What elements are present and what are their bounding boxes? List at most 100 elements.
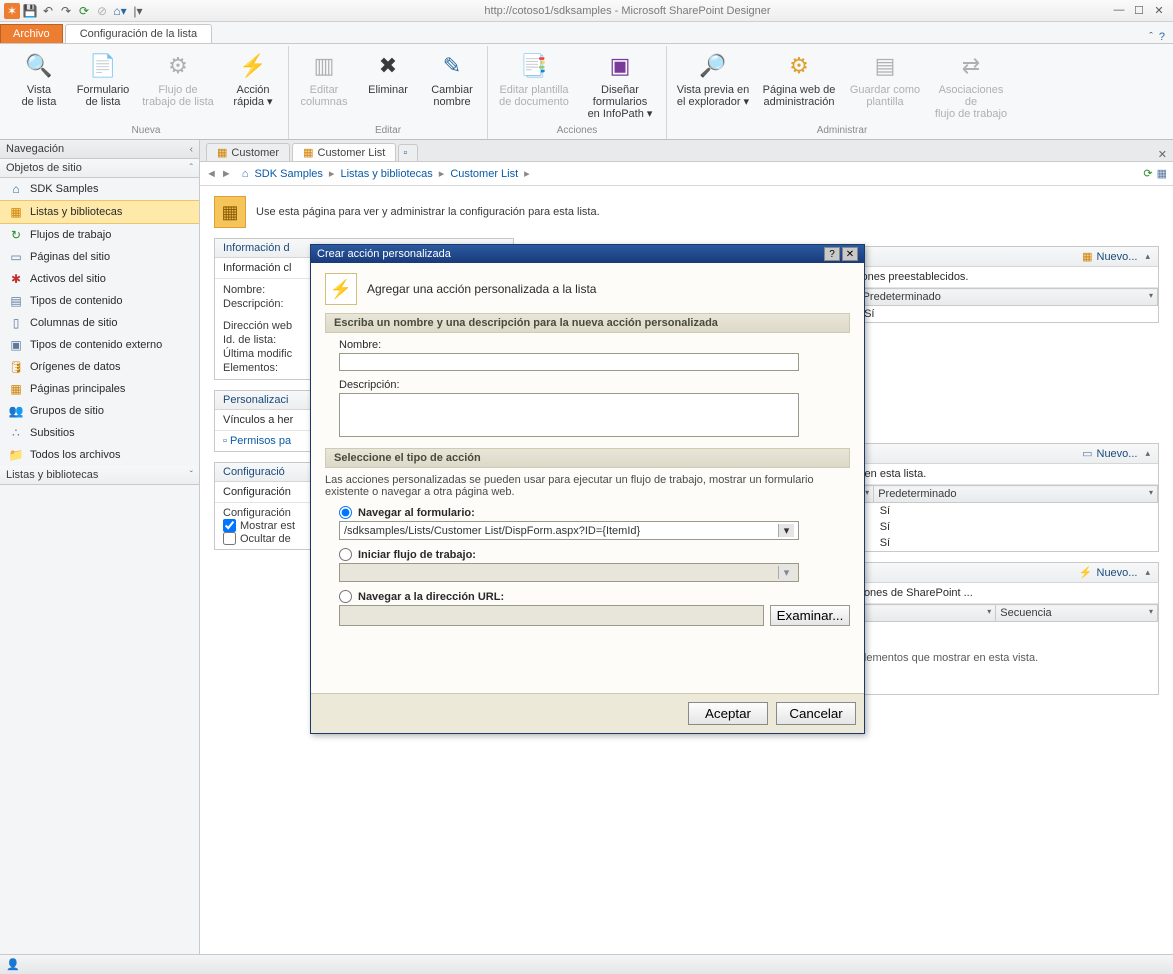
nav-item-tipos-externo[interactable]: ▣Tipos de contenido externo: [0, 334, 199, 356]
chevron-down-icon[interactable]: ˇ: [190, 470, 193, 481]
dialog-titlebar[interactable]: Crear acción personalizada ? ✕: [311, 245, 864, 263]
nav-item-flujos[interactable]: ↻Flujos de trabajo: [0, 224, 199, 246]
minimize-icon[interactable]: —: [1111, 4, 1127, 17]
options-icon[interactable]: ▦: [1157, 167, 1167, 180]
table-icon: ▦: [217, 146, 227, 159]
chevron-left-icon[interactable]: ‹: [190, 144, 193, 155]
nav-item-listas[interactable]: ▦Listas y bibliotecas: [0, 200, 199, 224]
nav-item-columnas[interactable]: ▯Columnas de sitio: [0, 312, 199, 334]
action-desc-input[interactable]: [339, 393, 799, 437]
close-icon[interactable]: ✕: [1151, 4, 1167, 17]
list-icon: ▦: [8, 204, 24, 220]
new-view-button[interactable]: ▦Nuevo...: [1082, 250, 1137, 263]
group-administrar: 🔎Vista previa enel explorador ▾ ⚙Página …: [667, 46, 1017, 139]
nav-item-paginas[interactable]: ▭Páginas del sitio: [0, 246, 199, 268]
tab-customer[interactable]: ▦Customer: [206, 143, 290, 161]
radio-flujo[interactable]: [339, 548, 352, 561]
nav-item-grupos[interactable]: 👥Grupos de sitio: [0, 400, 199, 422]
refresh-icon[interactable]: ⟳: [76, 3, 92, 19]
chevron-up-icon[interactable]: ˆ: [190, 163, 193, 174]
nav-item-tipos-contenido[interactable]: ▤Tipos de contenido: [0, 290, 199, 312]
assets-icon: ✱: [8, 271, 24, 287]
nav-item-paginas-principales[interactable]: ▦Páginas principales: [0, 378, 199, 400]
nav-objects-header[interactable]: Objetos de sitio ˆ: [0, 159, 199, 178]
tab-list-config[interactable]: Configuración de la lista: [65, 24, 212, 43]
btn-infopath[interactable]: ▣Diseñar formulariosen InfoPath ▾: [580, 48, 660, 124]
user-icon: 👤: [6, 958, 20, 971]
maximize-icon[interactable]: ☐: [1131, 4, 1147, 17]
group-editar: ▥Editarcolumnas ✖Eliminar ✎Cambiarnombre…: [289, 46, 488, 139]
help-icon[interactable]: ?: [1159, 31, 1165, 43]
nav-item-activos[interactable]: ✱Activos del sitio: [0, 268, 199, 290]
breadcrumb-leaf[interactable]: Customer List: [450, 168, 518, 180]
folder-icon: 📁: [8, 447, 24, 463]
navigation-pane: Navegación ‹ Objetos de sitio ˆ ⌂SDK Sam…: [0, 140, 200, 954]
action-name-input[interactable]: [339, 353, 799, 371]
dialog-create-custom-action: Crear acción personalizada ? ✕ ⚡ Agregar…: [310, 244, 865, 734]
cancel-button[interactable]: Cancelar: [776, 702, 856, 725]
table-icon: ▦: [303, 146, 313, 159]
ok-button[interactable]: Aceptar: [688, 702, 768, 725]
chevron-down-icon[interactable]: ▾: [778, 524, 794, 537]
btn-accion-rapida[interactable]: ⚡Acciónrápida ▾: [224, 48, 282, 124]
page-icon: ▭: [8, 249, 24, 265]
external-icon: ▣: [8, 337, 24, 353]
radio-url[interactable]: [339, 590, 352, 603]
workflow-combo: ▾: [339, 563, 799, 582]
home-icon[interactable]: ⌂: [242, 168, 249, 180]
dialog-close-icon[interactable]: ✕: [842, 247, 858, 261]
forward-icon[interactable]: ►: [221, 168, 232, 180]
tab-file[interactable]: Archivo: [0, 24, 63, 43]
stop-icon[interactable]: ⊘: [94, 3, 110, 19]
new-action-button[interactable]: ⚡Nuevo...: [1079, 566, 1138, 579]
status-bar: 👤: [0, 954, 1173, 974]
home-icon[interactable]: ⌂▾: [112, 3, 128, 19]
close-tab-icon[interactable]: ✕: [1152, 148, 1173, 161]
form-combo[interactable]: /sdksamples/Lists/Customer List/DispForm…: [339, 521, 799, 540]
collapse-ribbon-icon[interactable]: ˆ: [1149, 31, 1153, 43]
nav-item-origenes[interactable]: 🛢Orígenes de datos: [0, 356, 199, 378]
nav-item-todos-archivos[interactable]: 📁Todos los archivos: [0, 444, 199, 466]
btn-cambiar-nombre[interactable]: ✎Cambiarnombre: [423, 48, 481, 124]
nav-lists-header[interactable]: Listas y bibliotecas ˇ: [0, 466, 199, 485]
breadcrumb-root[interactable]: SDK Samples: [254, 168, 322, 180]
content-type-icon: ▤: [8, 293, 24, 309]
refresh-icon[interactable]: ⟳: [1143, 167, 1152, 180]
window-title: http://cotoso1/sdksamples - Microsoft Sh…: [150, 5, 1105, 17]
tab-customer-list[interactable]: ▦Customer List: [292, 143, 396, 161]
nav-item-sdk-samples[interactable]: ⌂SDK Samples: [0, 178, 199, 200]
undo-icon[interactable]: ↶: [40, 3, 56, 19]
browse-button[interactable]: Examinar...: [770, 605, 850, 626]
nav-item-subsitios[interactable]: ∴Subsitios: [0, 422, 199, 444]
home-icon: ⌂: [8, 181, 24, 197]
save-icon[interactable]: 💾: [22, 3, 38, 19]
breadcrumb-mid[interactable]: Listas y bibliotecas: [340, 168, 432, 180]
radio-navegar-form[interactable]: [339, 506, 352, 519]
btn-eliminar[interactable]: ✖Eliminar: [359, 48, 417, 124]
btn-vista-previa[interactable]: 🔎Vista previa enel explorador ▾: [673, 48, 753, 124]
new-form-button[interactable]: ▭Nuevo...: [1082, 447, 1137, 460]
btn-asociaciones-flujo: ⇄Asociaciones deflujo de trabajo: [931, 48, 1011, 124]
back-icon[interactable]: ◄: [206, 168, 217, 180]
subsites-icon: ∴: [8, 425, 24, 441]
column-icon: ▯: [8, 315, 24, 331]
tab-new[interactable]: ▫: [398, 144, 418, 161]
group-acciones: 📑Editar plantillade documento ▣Diseñar f…: [488, 46, 667, 139]
ribbon: 🔍Vistade lista 📄Formulariode lista ⚙Fluj…: [0, 44, 1173, 140]
chevron-down-icon: ▾: [778, 566, 794, 579]
nav-header[interactable]: Navegación ‹: [0, 140, 199, 159]
redo-icon[interactable]: ↷: [58, 3, 74, 19]
btn-pagina-admin[interactable]: ⚙Página web deadministración: [759, 48, 839, 124]
breadcrumb: ◄ ► ⌂ SDK Samples▸ Listas y bibliotecas▸…: [200, 162, 1173, 186]
dialog-help-icon[interactable]: ?: [824, 247, 840, 261]
check-mostrar[interactable]: [223, 519, 236, 532]
masterpage-icon: ▦: [8, 381, 24, 397]
btn-vista-lista[interactable]: 🔍Vistade lista: [10, 48, 68, 124]
page-title: ▦ Use esta página para ver y administrar…: [214, 196, 1159, 228]
link-permisos[interactable]: ▫ Permisos pa: [223, 435, 291, 447]
check-ocultar[interactable]: [223, 532, 236, 545]
datasource-icon: 🛢: [8, 359, 24, 375]
ribbon-help-area: ˆ ?: [1141, 31, 1173, 43]
btn-formulario-lista[interactable]: 📄Formulariode lista: [74, 48, 132, 124]
window-controls: — ☐ ✕: [1105, 4, 1173, 17]
